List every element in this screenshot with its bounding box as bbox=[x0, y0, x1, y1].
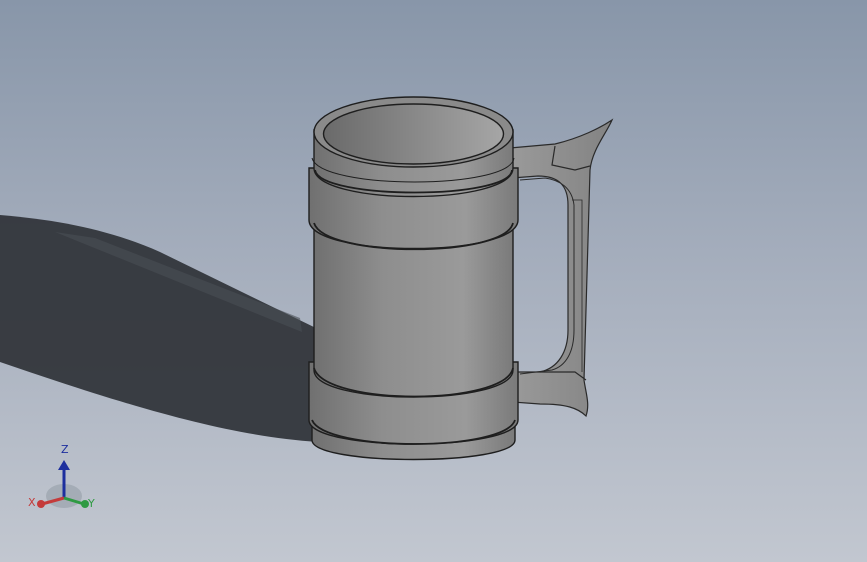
view-orientation-triad[interactable]: Z X Y bbox=[24, 440, 104, 520]
y-axis-label: Y bbox=[88, 497, 95, 510]
mug-handle bbox=[509, 118, 614, 418]
z-axis-arrow-icon bbox=[58, 460, 70, 470]
z-axis-label: Z bbox=[61, 443, 69, 456]
x-axis-label: X bbox=[28, 496, 36, 509]
mug-body bbox=[308, 96, 519, 461]
cad-3d-viewport[interactable]: Z X Y bbox=[0, 0, 867, 562]
model-scene[interactable] bbox=[0, 0, 867, 562]
x-axis-arrow-icon bbox=[37, 500, 45, 508]
floor-shadow bbox=[0, 215, 320, 442]
